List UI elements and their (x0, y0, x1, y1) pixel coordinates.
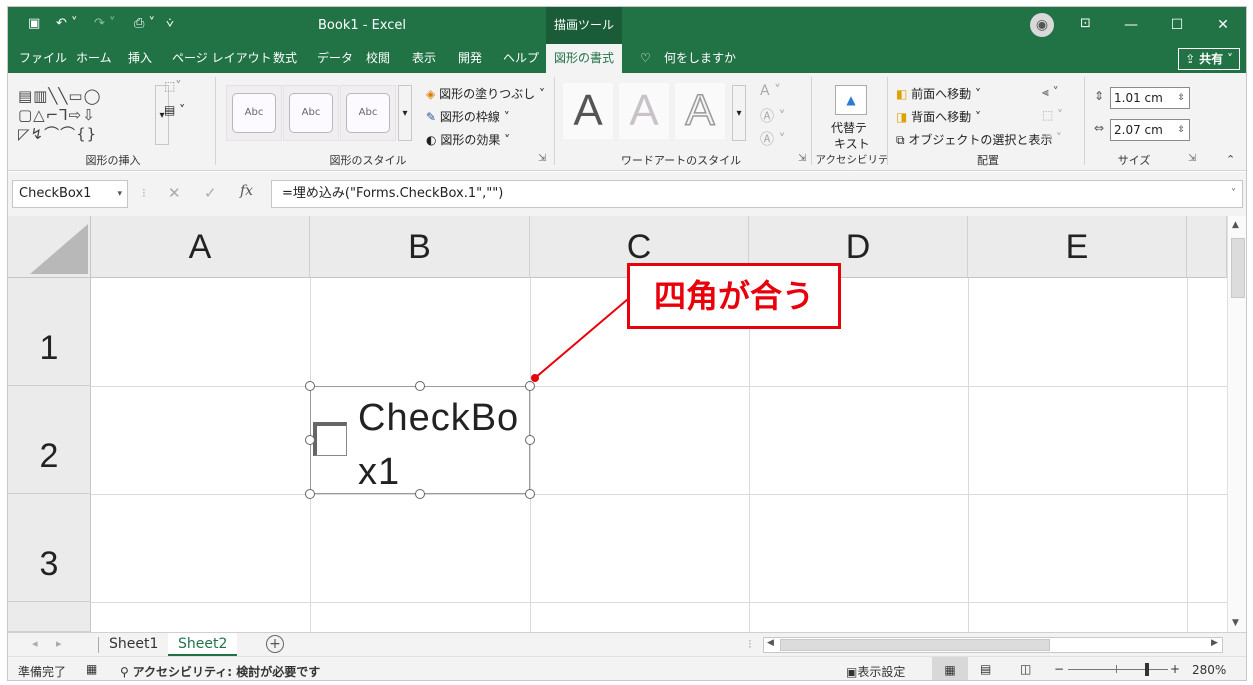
sheet-tabs-bar: ◂ ▸ Sheet1 Sheet2 + ⁝ ◀ ▶ (8, 632, 1246, 657)
page-layout-view-icon[interactable]: ▤ (980, 662, 991, 676)
excel-window: ▣ ↶ ˅ ↷ ˅ ⎙ ˅ ⩒ Book1 - Excel 描画ツール ◉ ⊡ … (7, 6, 1247, 681)
zoom-slider-center-tick (1116, 665, 1117, 673)
zoom-out-icon[interactable]: − (1054, 662, 1064, 676)
page-break-view-icon[interactable]: ◫ (1020, 662, 1031, 676)
sheet-tab-sheet2[interactable]: Sheet2 (168, 633, 238, 657)
callout-leader-line (531, 298, 629, 382)
normal-view-icon[interactable]: ▦ (932, 657, 968, 680)
display-settings-label: 表示設定 (857, 665, 906, 679)
accessibility-status-label: アクセシビリティ: 検討が必要です (132, 665, 321, 679)
zoom-slider-thumb[interactable] (1145, 663, 1149, 676)
zoom-level[interactable]: 280% (1192, 663, 1226, 677)
macro-record-icon[interactable]: ▦ (86, 662, 97, 676)
display-settings-button[interactable]: ▣表示設定 (846, 663, 905, 680)
previous-sheet-icon[interactable]: ◂ (32, 637, 38, 650)
scroll-left-icon[interactable]: ◀ (767, 638, 774, 648)
status-ready: 準備完了 (18, 665, 67, 679)
annotation-callout: 四角が合う (627, 263, 841, 329)
scroll-right-icon[interactable]: ▶ (1211, 638, 1218, 648)
horizontal-scroll-thumb[interactable] (780, 639, 1050, 651)
next-sheet-icon[interactable]: ▸ (56, 637, 62, 650)
split-handle-icon[interactable]: ⁝ (748, 637, 752, 651)
zoom-slider[interactable] (1068, 669, 1168, 670)
accessibility-icon: ⚲ (120, 665, 133, 679)
zoom-in-icon[interactable]: + (1170, 662, 1180, 676)
horizontal-scrollbar[interactable]: ◀ ▶ (763, 637, 1223, 653)
new-sheet-icon[interactable]: + (266, 635, 284, 653)
sheet-tab-sheet1[interactable]: Sheet1 (99, 633, 168, 657)
accessibility-status[interactable]: ⚲ アクセシビリティ: 検討が必要です (120, 663, 320, 680)
display-settings-icon: ▣ (846, 665, 858, 679)
status-bar: 準備完了 ▦ ⚲ アクセシビリティ: 検討が必要です ▣表示設定 ▦ ▤ ◫ −… (8, 656, 1246, 680)
